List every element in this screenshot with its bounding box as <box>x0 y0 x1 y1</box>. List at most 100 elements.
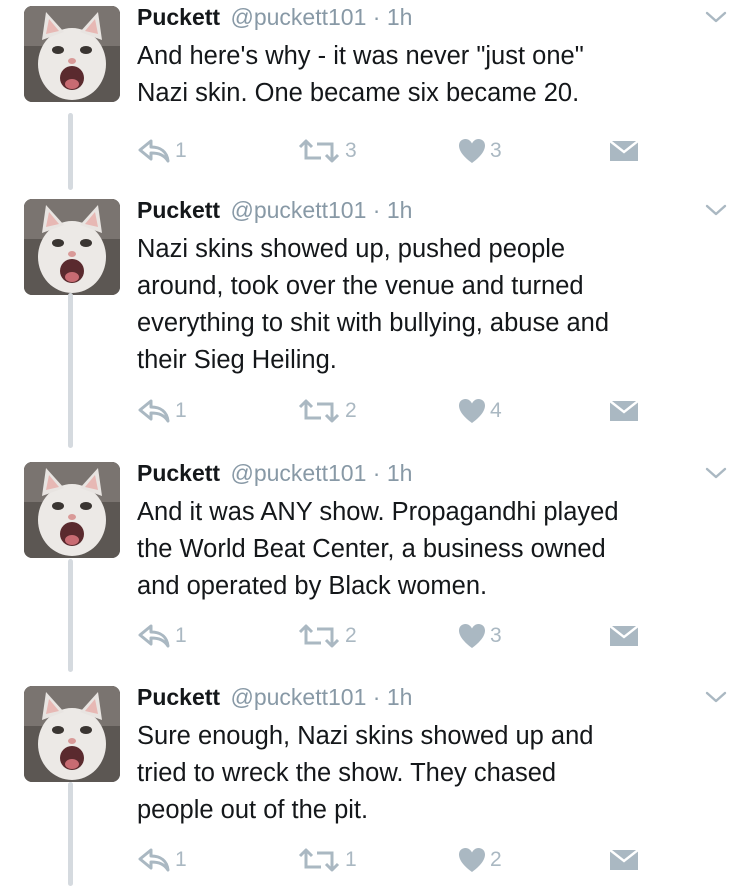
user-handle[interactable]: @puckett101 <box>230 197 366 223</box>
reply-count: 1 <box>175 139 187 162</box>
retweet-count: 3 <box>345 139 357 162</box>
display-name[interactable]: Puckett <box>137 4 220 30</box>
display-name[interactable]: Puckett <box>137 684 220 710</box>
tweet-text-line: tried to wreck the show. They chased <box>137 759 557 787</box>
tweet-text-line: Sure enough, Nazi skins showed up and <box>137 722 594 750</box>
like-button[interactable]: 4 <box>458 396 502 426</box>
retweet-button[interactable]: 1 <box>297 845 357 875</box>
tweet-text-line: the World Beat Center, a business owned <box>137 535 606 563</box>
retweet-icon <box>297 398 341 424</box>
direct-message-button[interactable] <box>609 621 639 651</box>
like-count: 4 <box>490 399 502 422</box>
chevron-down-icon[interactable] <box>704 201 728 219</box>
chevron-down-icon[interactable] <box>704 8 728 26</box>
tweet-header: Puckett @puckett101 · 1h <box>137 684 412 711</box>
envelope-icon <box>609 848 639 872</box>
tweet-actions: 1 3 3 <box>137 136 737 166</box>
avatar[interactable] <box>24 462 120 558</box>
tweet-text-line: Nazi skins showed up, pushed people <box>137 235 566 263</box>
heart-icon <box>458 138 486 164</box>
chevron-down-icon[interactable] <box>704 464 728 482</box>
user-handle[interactable]: @puckett101 <box>230 460 366 486</box>
tweet-actions: 1 2 4 <box>137 396 737 426</box>
avatar[interactable] <box>24 6 120 102</box>
direct-message-button[interactable] <box>609 845 639 875</box>
retweet-count: 1 <box>345 848 357 871</box>
reply-count: 1 <box>175 848 187 871</box>
tweet-text-line: around, took over the venue and turned <box>137 272 584 300</box>
user-handle[interactable]: @puckett101 <box>230 684 366 710</box>
reply-icon <box>137 398 171 424</box>
like-button[interactable]: 3 <box>458 621 502 651</box>
tweet-text-line: And here's why - it was never "just one" <box>137 42 584 70</box>
reply-count: 1 <box>175 399 187 422</box>
envelope-icon <box>609 139 639 163</box>
retweet-count: 2 <box>345 399 357 422</box>
tweet[interactable]: Puckett @puckett101 · 1h Sure enough, Na… <box>0 680 749 886</box>
timestamp[interactable]: 1h <box>387 4 413 30</box>
envelope-icon <box>609 624 639 648</box>
like-count: 2 <box>490 848 502 871</box>
thread-line <box>68 559 73 672</box>
like-count: 3 <box>490 624 502 647</box>
like-count: 3 <box>490 139 502 162</box>
thread-line <box>68 293 73 448</box>
tweet-text-line: everything to shit with bullying, abuse … <box>137 309 610 337</box>
envelope-icon <box>609 399 639 423</box>
retweet-icon <box>297 847 341 873</box>
reply-icon <box>137 847 171 873</box>
separator-dot: · <box>372 684 381 710</box>
reply-icon <box>137 138 171 164</box>
tweet[interactable]: Puckett @puckett101 · 1h And here's why … <box>0 0 749 193</box>
separator-dot: · <box>372 4 381 30</box>
timestamp[interactable]: 1h <box>387 460 413 486</box>
reply-icon <box>137 623 171 649</box>
tweet-header: Puckett @puckett101 · 1h <box>137 460 412 487</box>
timestamp[interactable]: 1h <box>387 197 413 223</box>
heart-icon <box>458 623 486 649</box>
tweet-text-line: Nazi skin. One became six became 20. <box>137 79 580 107</box>
reply-button[interactable]: 1 <box>137 845 187 875</box>
timestamp[interactable]: 1h <box>387 684 413 710</box>
reply-button[interactable]: 1 <box>137 621 187 651</box>
tweet-text-line: and operated by Black women. <box>137 572 488 600</box>
tweet[interactable]: Puckett @puckett101 · 1h Nazi skins show… <box>0 193 749 456</box>
like-button[interactable]: 3 <box>458 136 502 166</box>
tweet-text: And it was ANY show. Propagandhi played t… <box>137 494 727 605</box>
tweet-text: Sure enough, Nazi skins showed up and tri… <box>137 718 727 829</box>
tweet[interactable]: Puckett @puckett101 · 1h And it was ANY … <box>0 456 749 680</box>
tweet-actions: 1 2 3 <box>137 621 737 651</box>
retweet-button[interactable]: 3 <box>297 136 357 166</box>
retweet-button[interactable]: 2 <box>297 621 357 651</box>
thread-line <box>68 113 73 190</box>
reply-count: 1 <box>175 624 187 647</box>
user-handle[interactable]: @puckett101 <box>230 4 366 30</box>
reply-button[interactable]: 1 <box>137 136 187 166</box>
tweet-header: Puckett @puckett101 · 1h <box>137 4 412 31</box>
direct-message-button[interactable] <box>609 136 639 166</box>
tweet-text-line: people out of the pit. <box>137 796 369 824</box>
display-name[interactable]: Puckett <box>137 197 220 223</box>
tweet-text: Nazi skins showed up, pushed people aroun… <box>137 231 727 379</box>
retweet-count: 2 <box>345 624 357 647</box>
heart-icon <box>458 847 486 873</box>
heart-icon <box>458 398 486 424</box>
separator-dot: · <box>372 197 381 223</box>
retweet-icon <box>297 138 341 164</box>
avatar[interactable] <box>24 199 120 295</box>
retweet-icon <box>297 623 341 649</box>
tweet-text: And here's why - it was never "just one"… <box>137 38 727 112</box>
direct-message-button[interactable] <box>609 396 639 426</box>
display-name[interactable]: Puckett <box>137 460 220 486</box>
avatar[interactable] <box>24 686 120 782</box>
chevron-down-icon[interactable] <box>704 688 728 706</box>
tweet-text-line: their Sieg Heiling. <box>137 346 337 374</box>
retweet-button[interactable]: 2 <box>297 396 357 426</box>
like-button[interactable]: 2 <box>458 845 502 875</box>
tweet-actions: 1 1 2 <box>137 845 737 875</box>
tweet-text-line: And it was ANY show. Propagandhi played <box>137 498 619 526</box>
reply-button[interactable]: 1 <box>137 396 187 426</box>
tweet-header: Puckett @puckett101 · 1h <box>137 197 412 224</box>
separator-dot: · <box>372 460 381 486</box>
thread-line <box>68 782 73 886</box>
